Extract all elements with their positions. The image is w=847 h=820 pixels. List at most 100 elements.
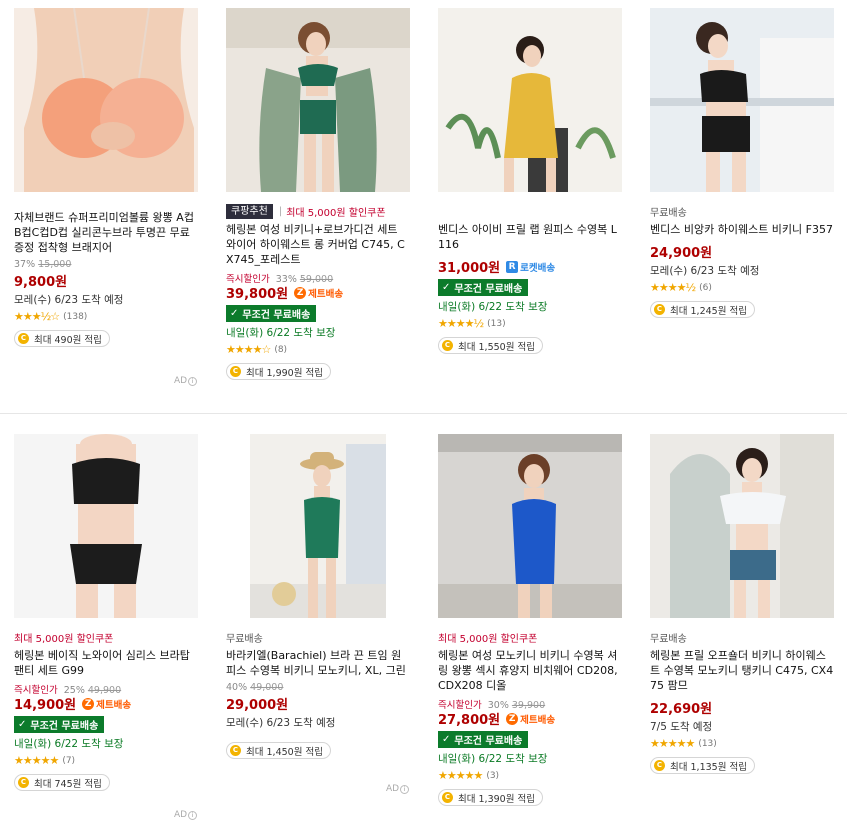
product-image[interactable] [650,8,834,192]
reward-text: 최대 1,245원 적립 [670,305,747,317]
free-shipping-badge: ✓ 무조건 무료배송 [438,731,529,748]
review-count: (8) [274,344,288,355]
star-rating-icon: ★★★★½ [650,281,696,294]
product-card[interactable]: 자체브랜드 슈퍼프리미엄볼륨 왕뽕 A컵B컵C컵D컵 실리콘누브라 투명끈 무료… [14,8,198,347]
star-rating-icon: ★★★★☆ [226,343,271,356]
product-card[interactable]: 무료배송 벤디스 비앙카 하이웨스트 비키니 F357 24,900원 모레(수… [650,8,834,318]
product-image[interactable] [438,434,622,618]
product-title[interactable]: 헤링본 프릴 오프숄더 비키니 하이웨스트 수영복 모노키니 탱키니 C475,… [650,648,834,693]
product-card[interactable]: 벤디스 아이비 프릴 랩 원피스 수영복 L116 31,000원 R 로켓배송 … [438,8,622,354]
separator: | [278,205,283,217]
review-count: (13) [487,318,506,329]
product-price: 24,900원 [650,243,834,261]
free-shipping-badge: ✓ 무조건 무료배송 [14,716,105,733]
product-card[interactable]: 무료배송 바라키엘(Barachiel) 브라 끈 트임 원피스 수영복 비키니… [226,434,410,759]
free-shipping-text: 무조건 무료배송 [242,310,311,321]
star-rating-icon: ★★★★½ [438,317,484,330]
coin-icon: C [230,366,241,377]
tagline: 최대 5,000원 할인쿠폰 [14,630,198,645]
product-image[interactable] [650,434,834,618]
product-card[interactable]: 쿠팡추천 | 최대 5,000원 할인쿠폰 헤링본 여성 비키니+로브가디건 세… [226,8,410,380]
original-price: 49,000 [250,682,284,693]
product-title[interactable]: 벤디스 아이비 프릴 랩 원피스 수영복 L116 [438,222,622,252]
product-title[interactable]: 헤링본 베이직 노와이어 심리스 브라탑 팬티 세트 G99 [14,648,198,678]
coupon-label: 최대 5,000원 할인쿠폰 [286,207,386,219]
review-count: (6) [699,282,712,293]
ad-label[interactable]: AD i [386,784,410,794]
free-shipping-text: 무조건 무료배송 [30,721,99,732]
shipping-label: 무료배송 [650,633,687,645]
reward-text: 최대 490원 적립 [34,334,102,346]
jet-icon: Z [506,712,519,725]
coupon-label: 최대 5,000원 할인쿠폰 [438,633,538,645]
star-rating-icon: ★★★★★ [14,754,59,767]
original-price: 39,900 [511,700,546,711]
product-card[interactable]: 무료배송 헤링본 프릴 오프숄더 비키니 하이웨스트 수영복 모노키니 탱키니 … [650,434,834,774]
ad-text: AD [386,784,400,794]
tagline: 무료배송 [226,630,410,645]
discount-percent: 40% [226,682,248,693]
arrival-info: 모레(수) 6/23 도착 예정 [14,294,124,306]
ad-label[interactable]: AD i [174,376,198,386]
rocket-icon: R [506,260,519,273]
coin-icon: C [654,304,665,315]
product-title[interactable]: 자체브랜드 슈퍼프리미엄볼륨 왕뽕 A컵B컵C컵D컵 실리콘누브라 투명끈 무료… [14,210,198,255]
price-value: 27,800원 [438,713,501,728]
star-rating-icon: ★★★½☆ [14,310,60,323]
shipping-label: 무료배송 [650,207,687,219]
product-card[interactable]: 최대 5,000원 할인쿠폰 헤링본 여성 모노키니 비키니 수영복 셔링 왕뽕… [438,434,622,806]
shipping-label: 무료배송 [226,633,263,645]
info-icon[interactable]: i [400,785,410,794]
arrival-info: 모레(수) 6/23 도착 예정 [650,265,760,277]
review-count: (138) [63,311,88,322]
jet-delivery-badge: Z 제트배송 [506,712,555,726]
product-price: 39,800원 Z 제트배송 [226,284,410,302]
product-price: 31,000원 R 로켓배송 [438,258,622,276]
product-price: 9,800원 [14,272,198,290]
product-card[interactable]: 최대 5,000원 할인쿠폰 헤링본 베이직 노와이어 심리스 브라탑 팬티 세… [14,434,198,791]
star-rating-icon: ★★★★★ [438,769,483,782]
product-image[interactable] [14,434,198,618]
product-image[interactable] [14,8,198,192]
rating: ★★★★½ (13) [438,317,622,330]
discount-info: 37% 15,000 [14,259,198,271]
free-shipping-text: 무조건 무료배송 [454,284,523,295]
product-title[interactable]: 바라키엘(Barachiel) 브라 끈 트임 원피스 수영복 비키니 모노키니… [226,648,410,678]
check-icon: ✓ [442,282,451,293]
coin-icon: C [230,745,241,756]
product-title[interactable]: 헤링본 여성 비키니+로브가디건 세트 와이어 하이웨스트 롱 커버업 C745… [226,222,410,267]
info-icon[interactable]: i [188,811,198,820]
jet-icon: Z [82,697,95,710]
discount-info: 즉시할인가 33% 59,000 [226,271,410,285]
product-title[interactable]: 헤링본 여성 모노키니 비키니 수영복 셔링 왕뽕 섹시 휴양지 비치웨어 CD… [438,648,622,693]
free-shipping-badge: ✓ 무조건 무료배송 [226,305,317,322]
price-value: 9,800원 [14,275,68,290]
reward-badge: C 최대 1,450원 적립 [226,742,331,759]
arrival-info: 내일(화) 6/22 도착 보장 [14,738,124,750]
price-value: 14,900원 [14,698,77,713]
tagline: 최대 5,000원 할인쿠폰 [438,630,622,645]
product-image[interactable] [438,8,622,192]
reward-text: 최대 1,390원 적립 [458,793,535,805]
ad-label[interactable]: AD i [174,810,198,820]
product-title[interactable]: 벤디스 비앙카 하이웨스트 비키니 F357 [650,222,834,237]
free-shipping-text: 무조건 무료배송 [454,736,523,747]
reward-badge: C 최대 490원 적립 [14,330,110,347]
coin-icon: C [442,340,453,351]
coin-icon: C [18,777,29,788]
product-image[interactable] [226,434,410,618]
price-value: 39,800원 [226,287,289,302]
jet-delivery-badge: Z 제트배송 [82,697,131,711]
review-count: (13) [698,738,717,749]
arrival-info: 7/5 도착 예정 [650,721,713,733]
arrival-info: 내일(화) 6/22 도착 보장 [438,301,548,313]
price-value: 22,690원 [650,702,713,717]
review-count: (7) [62,755,76,766]
rating: ★★★★½ (6) [650,281,834,294]
rating: ★★★★★ (3) [438,769,622,782]
product-image[interactable] [226,8,410,192]
discount-info: 즉시할인가 30% 39,900 [438,697,622,711]
discount-info: 즉시할인가 25% 49,900 [14,682,198,696]
coin-icon: C [18,333,29,344]
info-icon[interactable]: i [188,377,198,386]
